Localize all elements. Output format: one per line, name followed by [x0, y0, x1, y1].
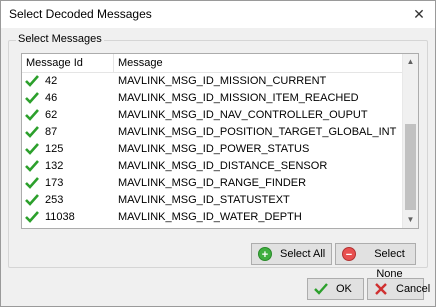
- checkmark-icon: [314, 283, 328, 295]
- scroll-thumb[interactable]: [405, 124, 416, 210]
- list-item[interactable]: 173 MAVLINK_MSG_ID_RANGE_FINDER: [22, 175, 402, 192]
- message-name: MAVLINK_MSG_ID_WATER_DEPTH: [118, 211, 302, 223]
- check-icon[interactable]: [25, 91, 39, 105]
- message-id: 62: [45, 109, 58, 121]
- scroll-up-icon[interactable]: ▲: [403, 54, 418, 70]
- window-title: Select Decoded Messages: [9, 7, 152, 21]
- minus-circle-icon: −: [342, 247, 356, 261]
- message-id: 125: [45, 143, 64, 155]
- ok-label: OK: [336, 283, 352, 295]
- plus-circle-icon: +: [258, 247, 272, 261]
- message-id: 46: [45, 92, 58, 104]
- list-item[interactable]: 62 MAVLINK_MSG_ID_NAV_CONTROLLER_OUPUT: [22, 107, 402, 124]
- message-id: 42: [45, 75, 58, 87]
- check-icon[interactable]: [25, 193, 39, 207]
- message-id: 87: [45, 126, 58, 138]
- list-header: Message Id Message: [22, 54, 402, 73]
- message-name: MAVLINK_MSG_ID_STATUSTEXT: [118, 194, 290, 206]
- check-icon[interactable]: [25, 210, 39, 224]
- message-name: MAVLINK_MSG_ID_MISSION_ITEM_REACHED: [118, 92, 359, 104]
- cancel-button[interactable]: Cancel: [367, 278, 430, 300]
- select-all-button[interactable]: + Select All: [251, 243, 332, 265]
- message-name: MAVLINK_MSG_ID_RANGE_FINDER: [118, 177, 307, 189]
- title-bar: Select Decoded Messages ✕: [1, 1, 435, 28]
- cancel-label: Cancel: [396, 283, 431, 295]
- list-item[interactable]: 11038 MAVLINK_MSG_ID_WATER_DEPTH: [22, 209, 402, 226]
- check-icon[interactable]: [25, 125, 39, 139]
- list-item[interactable]: 125 MAVLINK_MSG_ID_POWER_STATUS: [22, 141, 402, 158]
- check-icon[interactable]: [25, 108, 39, 122]
- message-name: MAVLINK_MSG_ID_NAV_CONTROLLER_OUPUT: [118, 109, 368, 121]
- messages-list[interactable]: Message Id Message 42 MAVLINK_MSG_ID_MISS…: [21, 53, 419, 229]
- group-label: Select Messages: [16, 33, 104, 45]
- list-item[interactable]: 132 MAVLINK_MSG_ID_DISTANCE_SENSOR: [22, 158, 402, 175]
- check-icon[interactable]: [25, 176, 39, 190]
- message-name: MAVLINK_MSG_ID_DISTANCE_SENSOR: [118, 160, 328, 172]
- x-icon: [375, 283, 387, 295]
- message-name: MAVLINK_MSG_ID_MISSION_CURRENT: [118, 75, 327, 87]
- list-rows: 42 MAVLINK_MSG_ID_MISSION_CURRENT 46 MAVLIN…: [22, 73, 402, 226]
- scroll-down-icon[interactable]: ▼: [403, 212, 418, 228]
- message-id: 11038: [45, 211, 75, 223]
- check-icon[interactable]: [25, 159, 39, 173]
- column-header-message-id[interactable]: Message Id: [22, 54, 114, 72]
- ok-button[interactable]: OK: [307, 278, 364, 300]
- list-item[interactable]: 87 MAVLINK_MSG_ID_POSITION_TARGET_GLOBAL_…: [22, 124, 402, 141]
- list-item[interactable]: 253 MAVLINK_MSG_ID_STATUSTEXT: [22, 192, 402, 209]
- select-all-label: Select All: [280, 248, 326, 260]
- message-id: 132: [45, 160, 64, 172]
- column-header-message[interactable]: Message: [114, 54, 402, 72]
- check-icon[interactable]: [25, 142, 39, 156]
- message-id: 253: [45, 194, 64, 206]
- list-item[interactable]: 46 MAVLINK_MSG_ID_MISSION_ITEM_REACHED: [22, 90, 402, 107]
- select-none-button[interactable]: − Select None: [335, 243, 416, 280]
- close-icon: ✕: [413, 6, 425, 22]
- message-id: 173: [45, 177, 64, 189]
- check-icon[interactable]: [25, 74, 39, 88]
- close-button[interactable]: ✕: [409, 4, 429, 24]
- vertical-scrollbar[interactable]: ▲ ▼: [402, 54, 418, 228]
- list-item[interactable]: 42 MAVLINK_MSG_ID_MISSION_CURRENT: [22, 73, 402, 90]
- message-name: MAVLINK_MSG_ID_POSITION_TARGET_GLOBAL_IN…: [118, 126, 397, 138]
- message-name: MAVLINK_MSG_ID_POWER_STATUS: [118, 143, 310, 155]
